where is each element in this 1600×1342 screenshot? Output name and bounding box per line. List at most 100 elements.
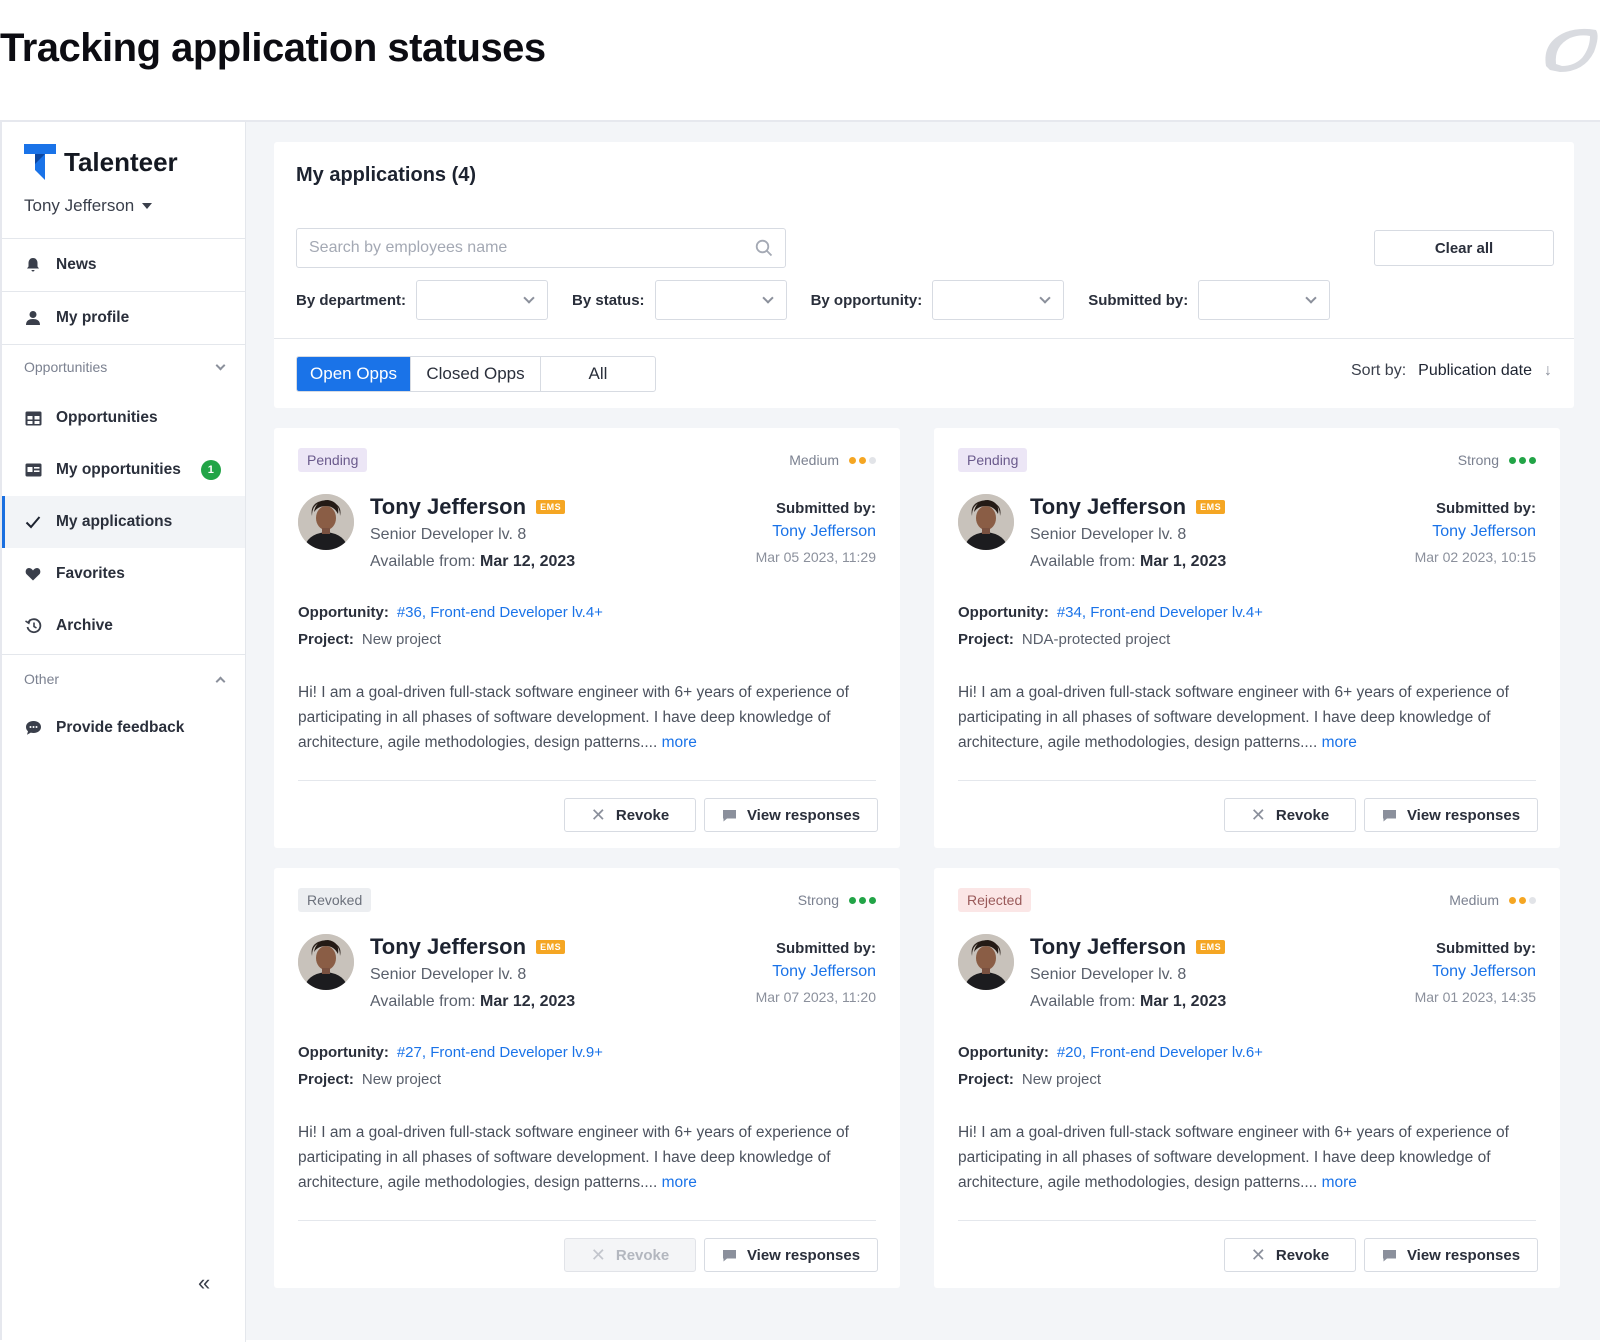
collapse-sidebar-button[interactable]: « xyxy=(198,1270,210,1296)
candidate-name[interactable]: Tony Jefferson xyxy=(1030,494,1186,520)
project-value: New project xyxy=(361,631,442,648)
match-indicator: Medium xyxy=(789,452,876,468)
user-name: Tony Jefferson xyxy=(24,196,135,215)
candidate-name[interactable]: Tony Jefferson xyxy=(370,934,526,960)
view-responses-button[interactable]: View responses xyxy=(1364,798,1538,832)
divider xyxy=(958,780,1536,781)
brand[interactable]: Talenteer xyxy=(24,142,178,182)
match-indicator: Strong xyxy=(1458,452,1536,468)
submitted-by-link[interactable]: Tony Jefferson xyxy=(756,523,876,541)
application-card: Rejected Medium Tony Jefferson EMS Senio… xyxy=(934,868,1560,1288)
comment-icon xyxy=(1382,1249,1396,1261)
candidate-availability: Available from: Mar 1, 2023 xyxy=(1030,553,1226,571)
sidebar-item-favorites[interactable]: Favorites xyxy=(2,548,245,600)
status-badge: Revoked xyxy=(298,888,372,912)
search-field[interactable] xyxy=(296,228,786,268)
comment-icon xyxy=(722,1249,736,1261)
more-link[interactable]: more xyxy=(662,734,697,751)
sidebar-item-label: My opportunities xyxy=(56,461,181,478)
table-icon xyxy=(24,409,42,427)
candidate-availability: Available from: Mar 12, 2023 xyxy=(370,993,575,1011)
candidate-name[interactable]: Tony Jefferson xyxy=(1030,934,1186,960)
candidate-bio: Hi! I am a goal-driven full-stack softwa… xyxy=(298,680,880,755)
candidate-availability: Available from: Mar 12, 2023 xyxy=(370,553,575,571)
revoke-button[interactable]: ✕ Revoke xyxy=(564,798,696,832)
project-label: Project: xyxy=(958,1071,1014,1088)
sidebar-item-my-profile[interactable]: My profile xyxy=(2,292,245,344)
opportunity-link[interactable]: #36, Front-end Developer lv.4+ xyxy=(397,604,603,621)
view-responses-label: View responses xyxy=(746,806,861,824)
status-select[interactable] xyxy=(654,280,787,320)
nav-group-opportunities[interactable]: Opportunities xyxy=(24,352,226,382)
department-select[interactable] xyxy=(416,280,549,320)
opportunity-link[interactable]: #34, Front-end Developer lv.4+ xyxy=(1057,604,1263,621)
heart-icon xyxy=(24,565,42,583)
match-dot xyxy=(849,456,856,464)
submitted-by-link[interactable]: Tony Jefferson xyxy=(756,963,876,981)
view-responses-button[interactable]: View responses xyxy=(1364,1238,1538,1272)
sidebar-item-provide-feedback[interactable]: Provide feedback xyxy=(2,702,245,754)
sidebar-item-archive[interactable]: Archive xyxy=(2,600,245,652)
opportunity-link[interactable]: #27, Front-end Developer lv.9+ xyxy=(397,1044,603,1061)
project-label: Project: xyxy=(958,631,1014,648)
submission-info: Submitted by: Tony Jefferson Mar 02 2023… xyxy=(1415,500,1536,565)
opportunity-select[interactable] xyxy=(932,280,1065,320)
chevron-down-icon xyxy=(215,360,226,370)
more-link[interactable]: more xyxy=(1322,734,1357,751)
availability-label: Available from: xyxy=(370,553,476,570)
more-link[interactable]: more xyxy=(662,1174,697,1191)
sort-control[interactable]: Sort by: Publication date ↓ xyxy=(1351,362,1552,380)
match-label: Strong xyxy=(797,892,839,908)
match-dot xyxy=(1529,456,1536,464)
tab-closed-opps[interactable]: Closed Opps xyxy=(411,357,541,391)
revoke-label: Revoke xyxy=(615,806,670,824)
more-link[interactable]: more xyxy=(1322,1174,1357,1191)
ems-badge: EMS xyxy=(1196,940,1226,954)
candidate-name[interactable]: Tony Jefferson xyxy=(370,494,526,520)
submitted-by-link[interactable]: Tony Jefferson xyxy=(1415,963,1536,981)
brand-name: Talenteer xyxy=(64,146,178,177)
sidebar-item-label: My profile xyxy=(56,309,130,326)
page-title: My applications (4) xyxy=(296,164,477,186)
match-label: Strong xyxy=(1457,452,1499,468)
tab-open-opps[interactable]: Open Opps xyxy=(297,357,411,391)
tab-all[interactable]: All xyxy=(541,357,655,391)
sidebar-item-label: Archive xyxy=(56,617,113,634)
submitted-by-filter-label: Submitted by: xyxy=(1088,291,1189,309)
submitted-by-link[interactable]: Tony Jefferson xyxy=(1415,523,1536,541)
search-input[interactable] xyxy=(309,239,729,257)
sidebar-item-my-applications[interactable]: My applications xyxy=(2,496,245,548)
candidate-name-row: Tony Jefferson EMS xyxy=(1030,494,1226,520)
submission-info: Submitted by: Tony Jefferson Mar 05 2023… xyxy=(756,500,876,565)
count-badge: 1 xyxy=(200,460,221,480)
sort-label: Sort by: xyxy=(1351,362,1407,379)
opps-tabs: Open Opps Closed Opps All xyxy=(296,356,656,392)
sidebar-item-opportunities[interactable]: Opportunities xyxy=(2,392,245,444)
clear-all-button[interactable]: Clear all xyxy=(1374,230,1554,266)
nav-group-label: Opportunities xyxy=(24,359,108,375)
close-icon: ✕ xyxy=(590,1244,606,1265)
divider xyxy=(298,1220,876,1221)
match-dot xyxy=(859,896,866,904)
chevron-down-icon xyxy=(1039,292,1051,304)
opportunity-link[interactable]: #20, Front-end Developer lv.6+ xyxy=(1057,1044,1263,1061)
sidebar-item-news[interactable]: News xyxy=(2,239,245,291)
project-line: Project: New project xyxy=(298,631,441,648)
sidebar-item-my-opportunities[interactable]: My opportunities 1 xyxy=(2,444,245,496)
submitted-by-select[interactable] xyxy=(1198,280,1331,320)
match-indicator: Medium xyxy=(1449,892,1536,908)
match-dots xyxy=(1509,896,1536,904)
view-responses-button[interactable]: View responses xyxy=(704,1238,878,1272)
opportunity-line: Opportunity: #34, Front-end Developer lv.… xyxy=(958,604,1263,621)
view-responses-label: View responses xyxy=(1406,806,1521,824)
user-switcher[interactable]: Tony Jefferson xyxy=(24,196,153,216)
revoke-button[interactable]: ✕ Revoke xyxy=(1224,1238,1356,1272)
view-responses-button[interactable]: View responses xyxy=(704,798,878,832)
nav-group-other[interactable]: Other xyxy=(24,664,226,694)
submitted-by-label: Submitted by: xyxy=(776,940,876,957)
status-badge: Pending xyxy=(298,448,368,472)
submitted-by-label: Submitted by: xyxy=(1436,940,1536,957)
revoke-button[interactable]: ✕ Revoke xyxy=(1224,798,1356,832)
revoke-label: Revoke xyxy=(615,1246,670,1264)
match-dot xyxy=(1519,456,1526,464)
